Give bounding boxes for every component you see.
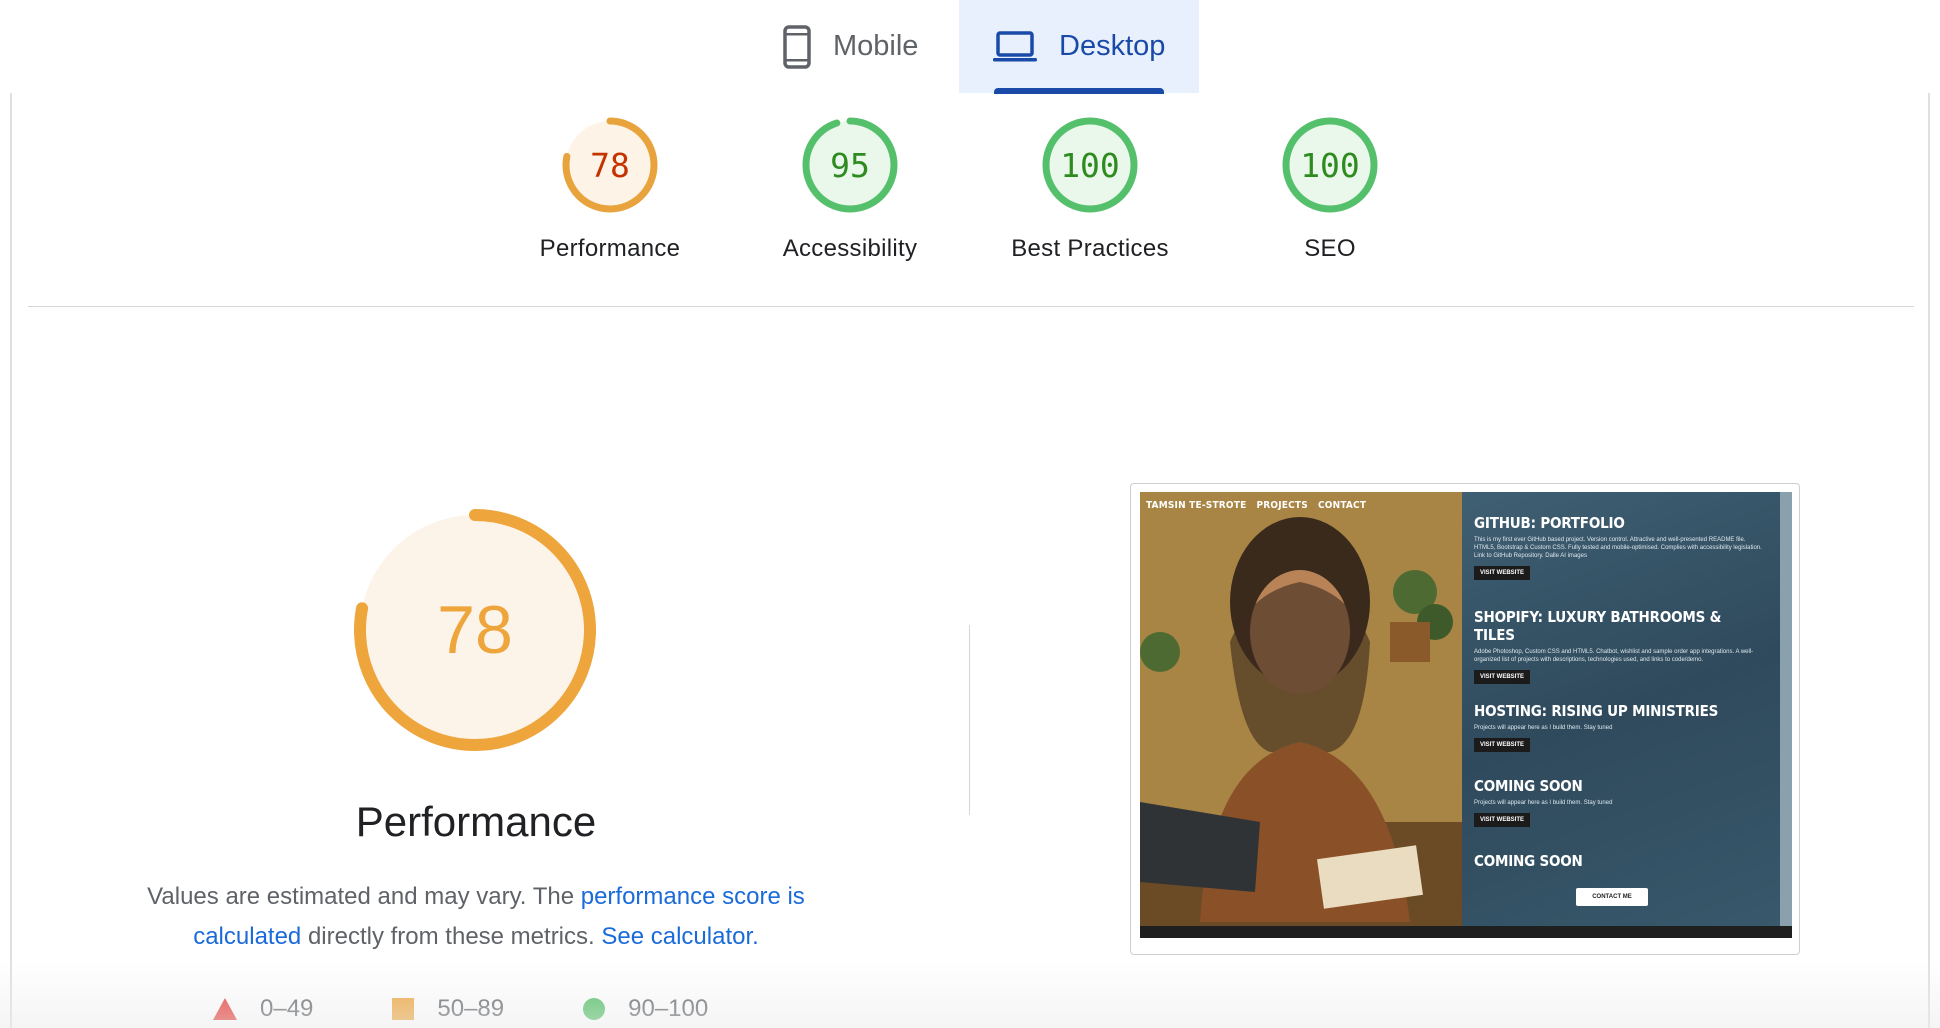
screenshot-project-text: Projects will appear here as I build the… (1474, 725, 1613, 731)
screenshot-project-text: Adobe Photoshop, Custom CSS and HTML5. C… (1474, 649, 1754, 663)
gauge-accessibility-score: 95 (830, 146, 870, 185)
gauge-performance-label: Performance (539, 235, 681, 262)
legend-range-average: 50–89 (437, 995, 505, 1022)
see-calculator-link[interactable]: See calculator. (601, 923, 758, 950)
screenshot-footer (1140, 926, 1792, 938)
report-frame-right-border (1928, 93, 1930, 1028)
screenshot-project-title: COMING SOON (1474, 852, 1583, 870)
screenshot-visit-button: VISIT WEBSITE (1474, 566, 1531, 580)
gauge-performance-ring: 78 (562, 117, 658, 213)
screenshot-visit-button: VISIT WEBSITE (1474, 738, 1531, 752)
gauge-best-practices-ring: 100 (1042, 117, 1138, 213)
performance-description: Values are estimated and may vary. The p… (100, 877, 852, 957)
screenshot-visit-button: VISIT WEBSITE (1474, 813, 1531, 827)
gauge-seo[interactable]: 100 SEO (1230, 115, 1430, 263)
vertical-divider (969, 625, 970, 815)
gauge-seo-label: SEO (1304, 235, 1356, 262)
screenshot-project: COMING SOON Projects will appear here as… (1474, 777, 1764, 827)
screenshot-nav: TAMSIN TE-STROTE PROJECTS CONTACT (1146, 500, 1366, 511)
screenshot-project: HOSTING: RISING UP MINISTRIES Projects w… (1474, 702, 1764, 752)
gauge-seo-score: 100 (1300, 146, 1360, 185)
red-triangle-icon (213, 998, 237, 1020)
screenshot-project: COMING SOON (1474, 852, 1764, 870)
tab-desktop[interactable]: Desktop (959, 0, 1199, 93)
screenshot-project: SHOPIFY: LUXURY BATHROOMS & TILES Adobe … (1474, 608, 1764, 684)
screenshot-project-text: This is my first ever GitHub based proje… (1474, 537, 1762, 559)
screenshot-project: GITHUB: PORTFOLIO This is my first ever … (1474, 514, 1764, 580)
gauge-best-practices-score: 100 (1060, 146, 1120, 185)
gauge-best-practices[interactable]: 100 Best Practices (990, 115, 1190, 263)
gauge-accessibility-label: Accessibility (782, 235, 918, 262)
screenshot-nav-projects: PROJECTS (1256, 500, 1308, 511)
final-screenshot[interactable]: TAMSIN TE-STROTE PROJECTS CONTACT GITHUB… (1140, 492, 1792, 938)
legend-item-pass: 90–100 (582, 995, 708, 1023)
screenshot-project-title: HOSTING: RISING UP MINISTRIES (1474, 702, 1719, 720)
gauge-seo-ring: 100 (1282, 117, 1378, 213)
tab-mobile[interactable]: Mobile (775, 0, 959, 93)
screenshot-scrollbar (1780, 492, 1792, 926)
screenshot-contact-button: CONTACT ME (1576, 888, 1648, 906)
desc-text-2: directly from these metrics. (301, 923, 602, 950)
orange-square-icon (392, 998, 415, 1020)
legend-item-average: 50–89 (391, 995, 504, 1023)
legend-item-fail: 0–49 (212, 995, 313, 1023)
screenshot-nav-brand: TAMSIN TE-STROTE (1146, 500, 1247, 511)
score-legend: 0–49 50–89 90–100 (212, 995, 786, 1023)
report-frame-left-border (10, 93, 12, 1028)
performance-gauge-large: 78 (354, 509, 596, 751)
screenshot-project-text: Projects will appear here as I build the… (1474, 800, 1613, 806)
section-divider (28, 306, 1914, 307)
legend-range-pass: 90–100 (628, 995, 709, 1022)
performance-score-large: 78 (437, 592, 513, 668)
tab-active-indicator (994, 88, 1164, 94)
tab-desktop-label: Desktop (1059, 30, 1166, 62)
screenshot-hero-illustration: TAMSIN TE-STROTE PROJECTS CONTACT (1140, 492, 1462, 926)
illustration-person-laptop (1140, 492, 1462, 926)
gauge-accessibility-ring: 95 (802, 117, 898, 213)
screenshot-project-title: GITHUB: PORTFOLIO (1474, 514, 1625, 532)
screenshot-project-title: SHOPIFY: LUXURY BATHROOMS & TILES (1474, 608, 1722, 644)
gauge-performance-score: 78 (590, 146, 630, 185)
performance-title: Performance (355, 798, 597, 845)
laptop-icon (993, 30, 1037, 61)
screenshot-projects-panel: GITHUB: PORTFOLIO This is my first ever … (1462, 492, 1780, 926)
mobile-phone-icon (783, 24, 811, 69)
gauge-performance[interactable]: 78 Performance (510, 115, 710, 263)
screenshot-nav-contact: CONTACT (1317, 500, 1367, 511)
screenshot-project-title: COMING SOON (1474, 777, 1583, 795)
tab-mobile-label: Mobile (833, 30, 919, 62)
green-circle-icon (583, 998, 606, 1020)
desc-text-1: Values are estimated and may vary. The (147, 883, 581, 910)
gauge-accessibility[interactable]: 95 Accessibility (750, 115, 950, 263)
screenshot-visit-button: VISIT WEBSITE (1474, 670, 1531, 684)
gauge-best-practices-label: Best Practices (1011, 235, 1169, 262)
legend-range-fail: 0–49 (260, 995, 314, 1022)
